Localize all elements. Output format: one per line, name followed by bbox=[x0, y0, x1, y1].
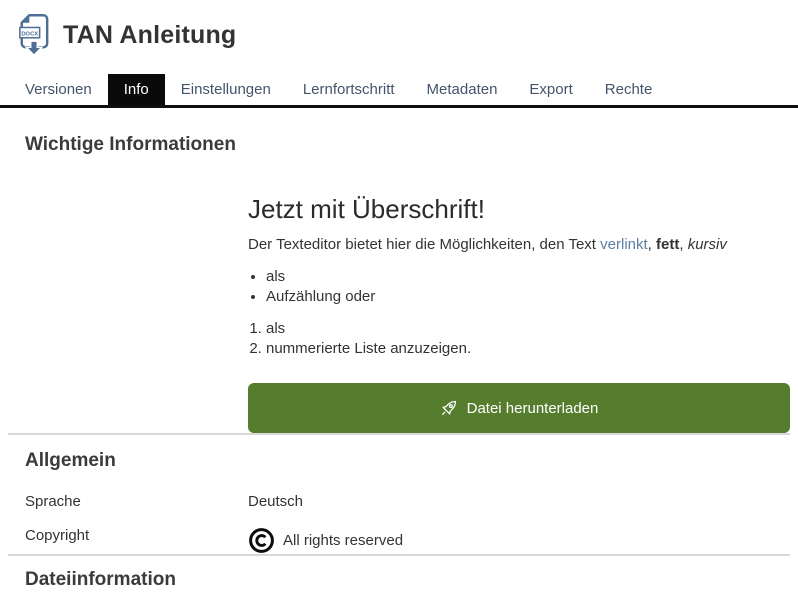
section-divider bbox=[8, 554, 790, 556]
allgemein-section: Allgemein Sprache Deutsch Copyright All … bbox=[0, 450, 798, 554]
list-item: Aufzählung oder bbox=[266, 287, 790, 307]
copyright-icon bbox=[248, 527, 275, 554]
bold-sample-text: fett bbox=[656, 236, 679, 253]
list-item: als bbox=[266, 319, 790, 339]
content-headline: Jetzt mit Überschrift! bbox=[248, 194, 790, 225]
field-value: All rights reserved bbox=[248, 527, 403, 554]
separator-text: , bbox=[648, 236, 656, 253]
paragraph-text: Der Texteditor bietet hier die Möglichke… bbox=[248, 236, 600, 253]
tab-bar: Versionen Info Einstellungen Lernfortsch… bbox=[0, 74, 798, 108]
tab-export[interactable]: Export bbox=[513, 74, 588, 105]
rich-text-content: Jetzt mit Überschrift! Der Texteditor bi… bbox=[248, 194, 790, 433]
field-label: Sprache bbox=[25, 493, 248, 510]
field-value: Deutsch bbox=[248, 493, 303, 510]
separator-text: , bbox=[679, 236, 687, 253]
rocket-icon bbox=[440, 399, 458, 417]
field-label: Copyright bbox=[25, 527, 248, 544]
dateiinformation-section: Dateiinformation bbox=[0, 569, 798, 591]
numbered-list: als nummerierte Liste anzuzeigen. bbox=[248, 319, 790, 359]
list-item: nummerierte Liste anzuzeigen. bbox=[266, 339, 790, 359]
tab-lernfortschritt[interactable]: Lernfortschritt bbox=[287, 74, 411, 105]
page-title: TAN Anleitung bbox=[63, 21, 236, 50]
docx-download-icon: DOCX bbox=[18, 13, 50, 57]
field-row-copyright: Copyright All rights reserved bbox=[25, 527, 773, 554]
tab-info[interactable]: Info bbox=[108, 74, 165, 105]
verlinkt-link[interactable]: verlinkt bbox=[600, 236, 648, 253]
section-divider bbox=[8, 433, 790, 435]
copyright-value-text: All rights reserved bbox=[283, 532, 403, 549]
download-button-label: Datei herunterladen bbox=[467, 400, 599, 417]
field-row-sprache: Sprache Deutsch bbox=[25, 493, 773, 510]
important-info-heading: Wichtige Informationen bbox=[25, 134, 773, 156]
tab-einstellungen[interactable]: Einstellungen bbox=[165, 74, 287, 105]
dateiinformation-heading: Dateiinformation bbox=[25, 569, 773, 591]
svg-text:DOCX: DOCX bbox=[21, 31, 38, 37]
tab-rechte[interactable]: Rechte bbox=[589, 74, 669, 105]
app-header: DOCX TAN Anleitung bbox=[0, 0, 798, 57]
italic-sample-text: kursiv bbox=[688, 236, 727, 253]
allgemein-heading: Allgemein bbox=[25, 450, 773, 472]
bullet-list: als Aufzählung oder bbox=[248, 267, 790, 307]
download-file-button[interactable]: Datei herunterladen bbox=[248, 383, 790, 433]
content-paragraph: Der Texteditor bietet hier die Möglichke… bbox=[248, 235, 790, 255]
tab-metadaten[interactable]: Metadaten bbox=[411, 74, 514, 105]
info-tab-panel: Wichtige Informationen Jetzt mit Übersch… bbox=[0, 134, 798, 433]
list-item: als bbox=[266, 267, 790, 287]
tab-versionen[interactable]: Versionen bbox=[9, 74, 108, 105]
